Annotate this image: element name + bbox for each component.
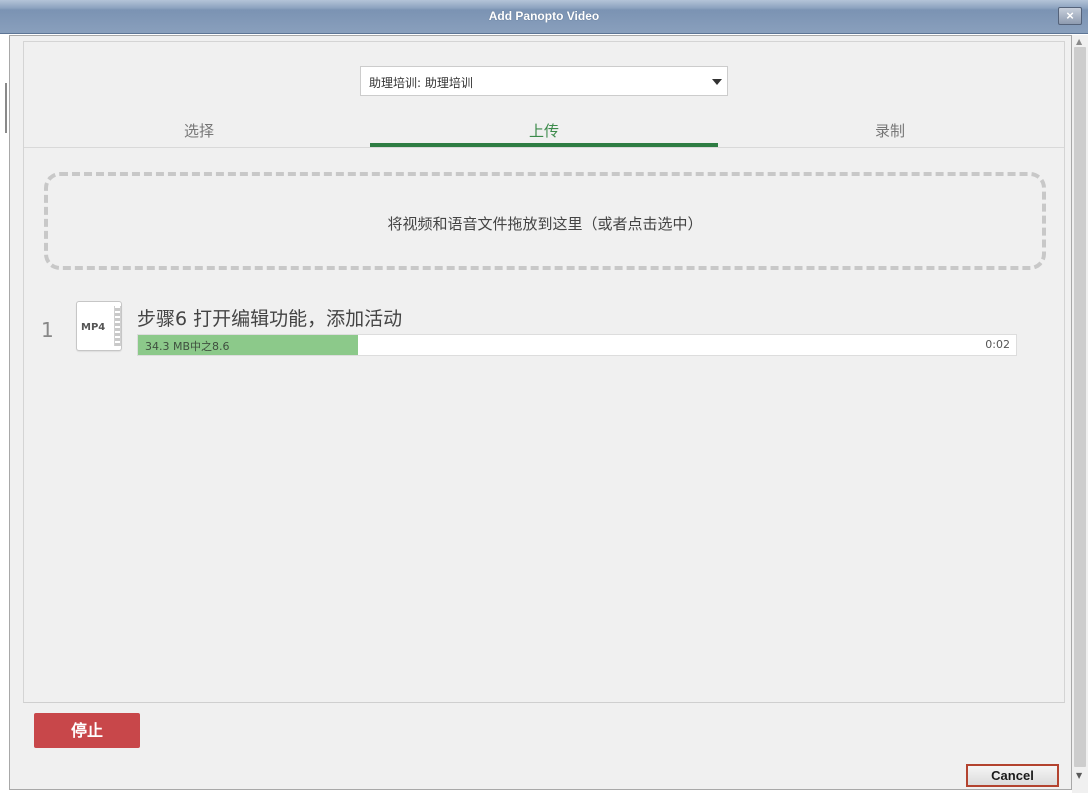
chevron-down-icon: [712, 79, 722, 85]
title-bar: Add Panopto Video ×: [0, 0, 1088, 34]
video-file-icon: MP4: [76, 301, 122, 351]
cancel-button[interactable]: Cancel: [966, 764, 1059, 787]
dropzone-message: 将视频和语音文件拖放到这里（或者点击选中）: [387, 215, 703, 233]
edge-mark: [5, 83, 7, 133]
scroll-down-icon[interactable]: ▼: [1076, 771, 1082, 780]
close-icon[interactable]: ×: [1058, 7, 1082, 25]
file-type-label: MP4: [81, 322, 106, 333]
folder-select-value: 助理培训: 助理培训: [369, 76, 473, 90]
left-edge: [0, 35, 9, 793]
folder-select[interactable]: 助理培训: 助理培训: [360, 66, 728, 96]
upload-file-name: 步骤6 打开编辑功能，添加活动: [137, 308, 403, 330]
upload-progress-bar: 34.3 MB中之8.6 0:02: [137, 334, 1017, 356]
upload-index: 1: [41, 318, 54, 342]
tab-record[interactable]: 录制: [805, 120, 975, 140]
tab-upload[interactable]: 上传: [459, 120, 629, 140]
scroll-up-icon[interactable]: ▲: [1076, 37, 1082, 46]
stop-button[interactable]: 停止: [34, 713, 140, 748]
film-strip: [114, 306, 121, 346]
upload-progress-text: 34.3 MB中之8.6: [145, 340, 230, 353]
dialog-frame: 助理培训: 助理培训 选择 上传 录制 将视频和语音文件拖放到这里（或者点击选中…: [9, 35, 1072, 790]
scrollbar-thumb[interactable]: [1074, 47, 1086, 767]
tab-divider: [24, 147, 1064, 148]
upload-time: 0:02: [985, 338, 1010, 351]
tab-select[interactable]: 选择: [114, 120, 284, 140]
scrollbar[interactable]: ▲ ▼: [1072, 35, 1088, 793]
dialog-content: 助理培训: 助理培训 选择 上传 录制 将视频和语音文件拖放到这里（或者点击选中…: [23, 41, 1065, 703]
window-title: Add Panopto Video: [488, 9, 600, 23]
file-dropzone[interactable]: 将视频和语音文件拖放到这里（或者点击选中）: [44, 172, 1046, 270]
